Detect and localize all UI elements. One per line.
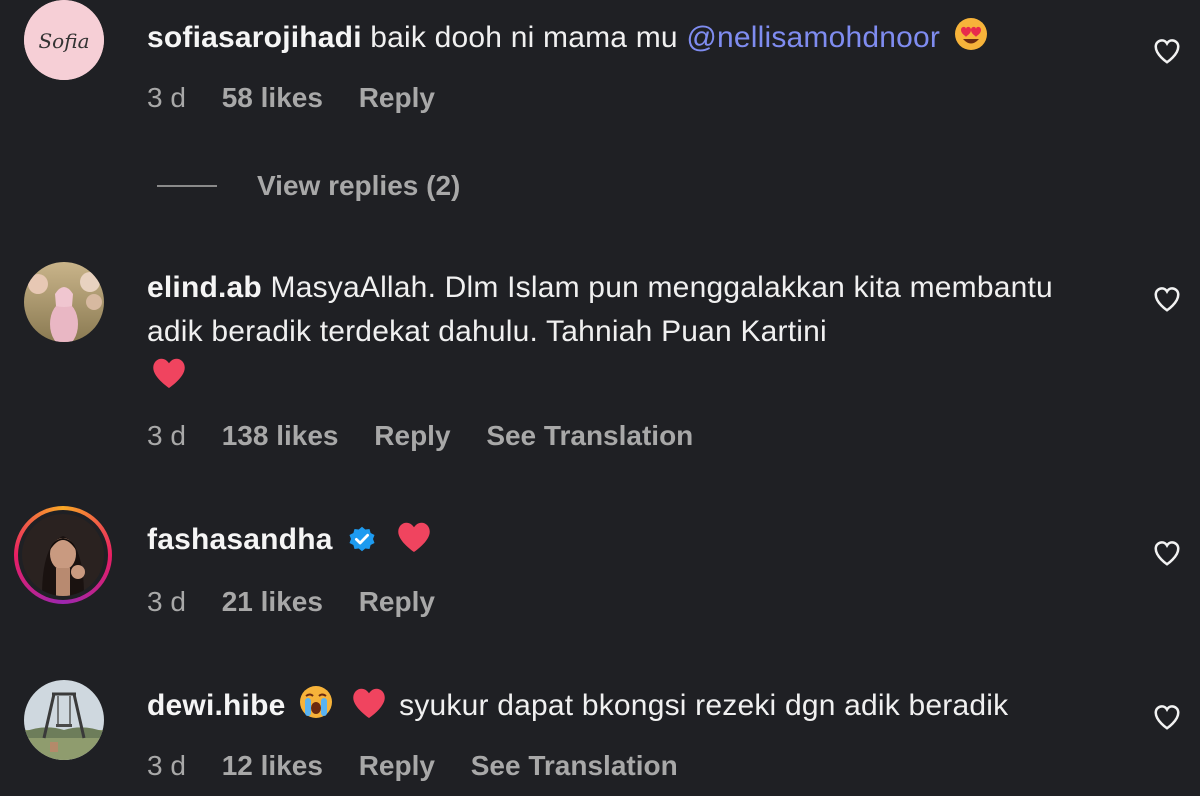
- username[interactable]: dewi.hibe: [147, 689, 286, 722]
- timestamp: 3 d: [147, 82, 186, 113]
- avatar-photo: [24, 680, 104, 760]
- avatar: [22, 514, 104, 596]
- red-heart-emoji-icon: [153, 358, 185, 388]
- like-heart-icon[interactable]: [1152, 36, 1182, 66]
- likes-count[interactable]: 12 likes: [222, 750, 323, 782]
- comment-meta: 3 d 58 likes Reply: [147, 82, 463, 114]
- comment-text: MasyaAllah. Dlm Islam pun menggalakkan k…: [147, 271, 1053, 348]
- comment-body: sofiasarojihadi baik dooh ni mama mu @ne…: [147, 16, 1090, 60]
- timestamp: 3 d: [147, 586, 186, 617]
- red-heart-emoji-icon: [352, 688, 385, 718]
- avatar[interactable]: Sofia: [24, 0, 104, 80]
- svg-text:Sofia: Sofia: [38, 29, 89, 53]
- like-heart-icon[interactable]: [1152, 284, 1182, 314]
- likes-count[interactable]: 58 likes: [222, 82, 323, 114]
- timestamp: 3 d: [147, 420, 186, 451]
- likes-count[interactable]: 138 likes: [222, 420, 339, 452]
- comment-meta: 3 d 21 likes Reply: [147, 586, 463, 618]
- mention-link[interactable]: @nellisamohdnoor: [686, 21, 940, 54]
- timestamp: 3 d: [147, 750, 186, 781]
- comment-text: syukur dapat bkongsi rezeki dgn adik ber…: [399, 689, 1009, 722]
- likes-count[interactable]: 21 likes: [222, 586, 323, 618]
- comment-body: elind.ab MasyaAllah. Dlm Islam pun mengg…: [147, 266, 1107, 398]
- crying-emoji-icon: [300, 686, 333, 718]
- comment-meta: 3 d 12 likes Reply See Translation: [147, 750, 706, 782]
- reply-button[interactable]: Reply: [359, 82, 435, 114]
- reply-button[interactable]: Reply: [359, 750, 435, 782]
- comments-list: Sofia sofiasarojihadi baik dooh ni mama …: [0, 0, 1200, 796]
- avatar[interactable]: [24, 262, 104, 342]
- username[interactable]: elind.ab: [147, 271, 262, 304]
- divider-line: [157, 185, 217, 187]
- username[interactable]: fashasandha: [147, 523, 333, 556]
- view-replies-button[interactable]: View replies (2): [157, 168, 460, 204]
- avatar[interactable]: [24, 680, 104, 760]
- reply-button[interactable]: Reply: [359, 586, 435, 618]
- comment-body: dewi.hibe syukur dapat bkongsi rezeki dg…: [147, 684, 1090, 728]
- avatar-sofia-logo: Sofia: [24, 0, 104, 80]
- story-ring[interactable]: [14, 506, 112, 604]
- see-translation-button[interactable]: See Translation: [486, 420, 693, 452]
- username[interactable]: sofiasarojihadi: [147, 21, 362, 54]
- comment-body: fashasandha: [147, 518, 1090, 562]
- see-translation-button[interactable]: See Translation: [471, 750, 678, 782]
- verified-badge-icon: [349, 526, 375, 552]
- like-heart-icon[interactable]: [1152, 702, 1182, 732]
- reply-button[interactable]: Reply: [374, 420, 450, 452]
- avatar-photo: [24, 262, 104, 342]
- red-heart-emoji-icon: [397, 522, 430, 552]
- heart-eyes-emoji-icon: [954, 18, 987, 50]
- comment-meta: 3 d 138 likes Reply See Translation: [147, 420, 721, 452]
- like-heart-icon[interactable]: [1152, 538, 1182, 568]
- view-replies-label: View replies (2): [257, 170, 461, 201]
- comment-text: baik dooh ni mama mu: [370, 21, 687, 54]
